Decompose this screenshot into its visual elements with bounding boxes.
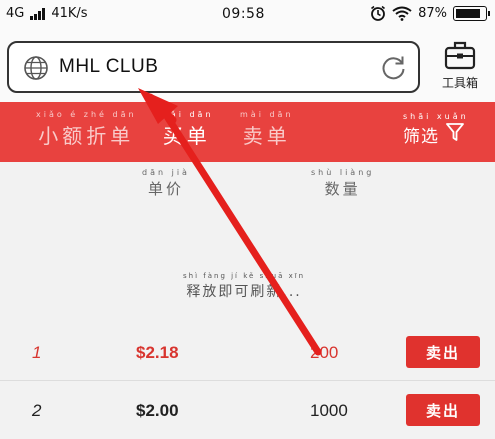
row-price: $2.00: [136, 401, 179, 420]
refresh-label: 释放即可刷新...: [186, 284, 302, 300]
globe-icon: [24, 56, 48, 80]
refresh-pinyin: shì fàng jí kě shuā xīn: [183, 272, 306, 280]
alarm-icon: [371, 5, 386, 21]
filter-icon: [446, 123, 464, 141]
tab-buy-orders[interactable]: mǎi dān 买单: [160, 110, 214, 149]
tab-label: 小额折单: [38, 124, 135, 148]
signal-icon: [30, 7, 46, 20]
toolbox-button[interactable]: 工具箱: [432, 38, 488, 98]
tab-pinyin: mài dān: [240, 110, 294, 119]
column-header-quantity: shù liàng 数量: [311, 168, 374, 199]
browser-header: MHL CLUB 工具箱: [0, 30, 495, 102]
sell-button[interactable]: 卖出: [406, 336, 480, 368]
column-label: 单价: [147, 180, 184, 198]
address-bar[interactable]: MHL CLUB: [7, 41, 420, 93]
tab-pinyin: mǎi dān: [160, 110, 214, 119]
network-speed: 41K/s: [51, 6, 88, 21]
column-header-price: dān jià 单价: [142, 168, 190, 199]
wifi-icon: [392, 6, 412, 21]
sell-button[interactable]: 卖出: [406, 394, 480, 426]
status-bar: 4G 41K/s 09:58 87%: [0, 0, 495, 30]
tab-label: 买单: [162, 124, 211, 148]
row-price: $2.18: [136, 343, 179, 362]
table-row: 2 $2.00 1000 卖出: [0, 383, 495, 439]
battery-percent: 87%: [418, 5, 447, 21]
battery-fill: [456, 8, 481, 18]
filter-label: 筛选: [403, 127, 439, 147]
table-row: 1 $2.18 200 卖出: [0, 325, 495, 381]
order-tabbar: xiǎo é zhé dān 小额折单 mǎi dān 买单 mài dān 卖…: [0, 102, 495, 162]
status-left: 4G 41K/s: [6, 6, 88, 21]
column-pinyin: dān jià: [142, 168, 190, 177]
row-quantity: 200: [310, 343, 339, 362]
battery-icon: [453, 5, 490, 21]
filter-button[interactable]: shāi xuǎn 筛选: [403, 112, 469, 147]
row-index: 2: [32, 401, 42, 420]
status-time: 09:58: [222, 6, 265, 22]
filter-pinyin: shāi xuǎn: [403, 112, 469, 121]
row-quantity: 1000: [310, 401, 348, 420]
tab-small-orders[interactable]: xiǎo é zhé dān 小额折单: [36, 110, 137, 149]
toolbox-label: 工具箱: [441, 76, 478, 90]
row-index: 1: [32, 343, 42, 362]
toolbox-icon: [444, 41, 476, 70]
tab-sell-orders[interactable]: mài dān 卖单: [240, 110, 294, 149]
tab-pinyin: xiǎo é zhé dān: [36, 110, 137, 119]
url-text[interactable]: MHL CLUB: [59, 56, 158, 78]
status-right: 87%: [370, 5, 490, 21]
reload-icon[interactable]: [380, 53, 408, 81]
column-pinyin: shù liàng: [311, 168, 375, 177]
column-label: 数量: [324, 180, 361, 198]
tab-label: 卖单: [242, 124, 291, 148]
pull-refresh-hint: shì fàng jí kě shuā xīn 释放即可刷新...: [183, 272, 305, 301]
network-type: 4G: [6, 6, 25, 21]
